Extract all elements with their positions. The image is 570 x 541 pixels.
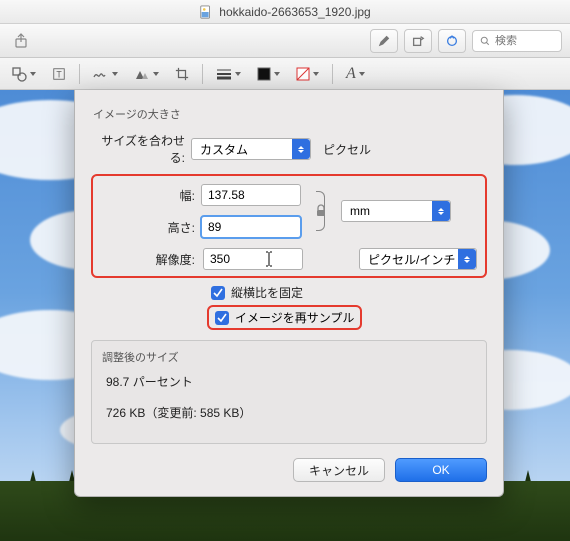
lock-icon[interactable] [313, 203, 329, 219]
resolution-unit-select[interactable]: ピクセル/インチ [359, 248, 477, 270]
share-icon[interactable] [8, 28, 34, 54]
resample-label: イメージを再サンプル [235, 309, 354, 326]
width-input[interactable] [201, 184, 301, 206]
format-toolbar: T A [0, 58, 570, 90]
font-style-tool[interactable]: A [343, 62, 368, 86]
unit-select[interactable]: mm [341, 200, 451, 222]
resulting-percent: 98.7 パーセント [106, 373, 472, 390]
image-canvas: イメージの大きさ サイズを合わせる: カスタム ピクセル 幅: mm [0, 90, 570, 541]
checkbox-checked-icon [211, 286, 225, 300]
fit-to-select[interactable]: カスタム [191, 138, 311, 160]
dialog-title: イメージの大きさ [93, 106, 485, 122]
image-size-dialog: イメージの大きさ サイズを合わせる: カスタム ピクセル 幅: mm [74, 90, 504, 497]
main-toolbar [0, 24, 570, 58]
crop-tool[interactable] [172, 62, 192, 86]
fit-unit-label: ピクセル [323, 141, 371, 158]
height-input[interactable] [201, 216, 301, 238]
fit-to-label: サイズを合わせる: [91, 132, 185, 166]
markup-pencil-button[interactable] [370, 29, 398, 53]
stroke-color-tool[interactable] [293, 62, 322, 86]
dimensions-highlight: 幅: mm 高さ: 解像度: [91, 174, 487, 278]
chevron-updown-icon [458, 249, 476, 269]
ok-button[interactable]: OK [395, 458, 487, 482]
width-label: 幅: [101, 187, 195, 204]
chevron-updown-icon [292, 139, 310, 159]
window-titlebar: hokkaido-2663653_1920.jpg [0, 0, 570, 24]
resulting-size-title: 調整後のサイズ [102, 349, 476, 365]
resulting-size-panel: 調整後のサイズ 98.7 パーセント 726 KB（変更前: 585 KB） [91, 340, 487, 444]
resolution-input[interactable] [203, 248, 303, 270]
search-icon [479, 35, 491, 47]
resolution-label: 解像度: [101, 251, 195, 268]
search-input[interactable] [495, 35, 555, 47]
annotate-button[interactable] [438, 29, 466, 53]
line-style-tool[interactable] [213, 62, 244, 86]
file-icon [199, 5, 213, 19]
cancel-button[interactable]: キャンセル [293, 458, 385, 482]
adjust-color-tool[interactable] [131, 62, 162, 86]
lock-aspect-checkbox[interactable]: 縦横比を固定 [211, 284, 487, 301]
rotate-button[interactable] [404, 29, 432, 53]
height-label: 高さ: [101, 219, 195, 236]
checkbox-checked-icon[interactable] [215, 311, 229, 325]
text-tool[interactable]: T [49, 62, 69, 86]
shape-tool[interactable] [8, 62, 39, 86]
resulting-bytes: 726 KB（変更前: 585 KB） [106, 404, 472, 421]
resample-highlight: イメージを再サンプル [207, 305, 362, 330]
fill-color-tool[interactable] [254, 62, 283, 86]
chevron-updown-icon [432, 201, 450, 221]
svg-text:T: T [56, 69, 62, 79]
signature-tool[interactable] [90, 62, 121, 86]
search-box[interactable] [472, 30, 562, 52]
window-title: hokkaido-2663653_1920.jpg [219, 5, 370, 19]
